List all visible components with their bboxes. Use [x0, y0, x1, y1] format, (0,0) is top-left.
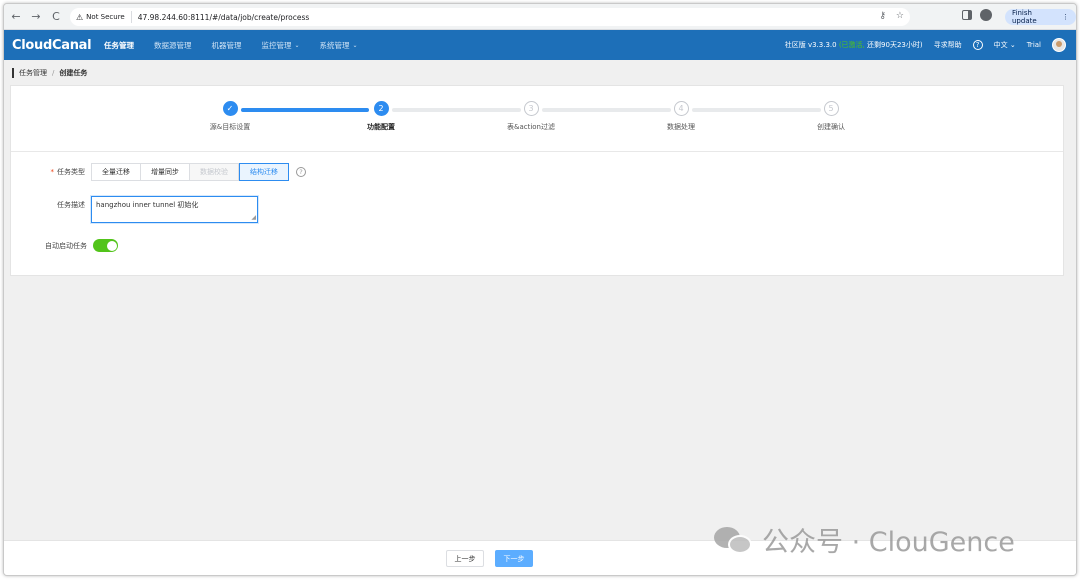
task-type-selector: 全量迁移 增量同步 数据校验 结构迁移 — [91, 163, 289, 181]
user-name[interactable]: Trial — [1027, 41, 1041, 49]
step-number: 5 — [823, 101, 839, 116]
task-description-row: 任务描述 hangzhou inner tunnel 初始化 ◢ — [11, 196, 258, 223]
reload-icon[interactable]: C — [48, 9, 64, 25]
nav-label: 任务管理 — [104, 40, 134, 50]
warning-icon: ⚠ — [76, 12, 84, 22]
step-label: 源&目标设置 — [209, 123, 251, 131]
step-label: 数据处理 — [667, 123, 695, 131]
schema-migration-option[interactable]: 结构迁移 — [239, 163, 289, 181]
edition-label: 社区版 v3.3.3.0 — [784, 41, 837, 49]
auto-start-toggle[interactable] — [93, 239, 118, 252]
incremental-sync-option[interactable]: 增量同步 — [141, 164, 190, 180]
step-number: 3 — [523, 101, 539, 116]
data-verification-option: 数据校验 — [190, 164, 239, 180]
auto-start-row: 自动启动任务 — [11, 239, 118, 252]
task-description-label: 任务描述 — [57, 201, 85, 209]
remaining-time: 还剩90天23小时) — [867, 41, 923, 49]
auto-start-label: 自动启动任务 — [45, 241, 87, 250]
back-icon[interactable]: ← — [8, 9, 24, 25]
browser-window: ← → C ⚠ Not Secure 47.98.244.60:8111/#/d… — [3, 3, 1077, 576]
full-migration-option[interactable]: 全量迁移 — [92, 164, 141, 180]
bookmark-star-icon[interactable]: ☆ — [896, 11, 904, 21]
nav-label: 机器管理 — [211, 40, 242, 50]
task-type-row: * 任务类型 全量迁移 增量同步 数据校验 结构迁移 ? — [11, 163, 306, 181]
breadcrumb-parent[interactable]: 任务管理 — [19, 68, 47, 78]
url-text[interactable]: 47.98.244.60:8111/#/data/job/create/proc… — [138, 13, 310, 22]
language-label: 中文 — [993, 41, 1008, 49]
prev-step-button[interactable]: 上一步 — [446, 550, 484, 567]
chevron-down-icon: ⌄ — [1009, 41, 1016, 49]
security-label: Not Secure — [86, 13, 125, 21]
edition-info: 社区版 v3.3.3.0 (已激活, 还剩90天23小时) — [785, 40, 923, 50]
step-data-processing: 4 数据处理 — [641, 101, 721, 132]
step-label: 表&action过滤 — [506, 123, 555, 131]
nav-datasource-management[interactable]: 数据源管理 — [154, 40, 192, 51]
finish-update-button[interactable]: Finish update ⋮ — [1005, 9, 1076, 25]
wechat-logo-icon — [714, 525, 754, 555]
task-description-input[interactable]: hangzhou inner tunnel 初始化 ◢ — [91, 196, 258, 223]
step-function-config: 2 功能配置 — [341, 101, 421, 132]
task-description-value: hangzhou inner tunnel 初始化 — [96, 201, 199, 209]
create-task-card: ✓ 源&目标设置 2 功能配置 3 表&action过滤 4 数据处理 5 创建… — [10, 85, 1064, 276]
chevron-down-icon: ⌄ — [294, 41, 300, 49]
breadcrumb-separator: / — [52, 69, 55, 77]
nav-label: 系统管理 — [319, 40, 350, 50]
step-label: 创建确认 — [817, 123, 845, 131]
step-source-target: ✓ 源&目标设置 — [190, 101, 270, 132]
cloudcanal-logo[interactable]: CloudCanal — [12, 38, 104, 53]
step-label: 功能配置 — [367, 123, 395, 131]
next-step-button[interactable]: 下一步 — [495, 550, 533, 567]
step-table-action-filter: 3 表&action过滤 — [491, 101, 571, 132]
wechat-watermark: 公众号 · ClouGence — [714, 520, 1015, 559]
nav-task-management[interactable]: 任务管理 — [104, 40, 134, 51]
task-type-label: * 任务类型 — [50, 168, 86, 176]
activated-status: (已激活, — [838, 41, 865, 49]
step-create-confirm: 5 创建确认 — [791, 101, 871, 132]
step-number: 2 — [373, 101, 389, 116]
more-menu-icon: ⋮ — [1062, 13, 1069, 21]
required-mark: * — [50, 168, 55, 176]
language-select[interactable]: 中文 ⌄ — [994, 40, 1016, 50]
forward-icon[interactable]: → — [28, 9, 44, 25]
nav-label: 数据源管理 — [154, 40, 192, 50]
breadcrumb-current: 创建任务 — [59, 69, 88, 77]
address-bar[interactable]: ⚠ Not Secure 47.98.244.60:8111/#/data/jo… — [70, 8, 910, 26]
breadcrumb-bar — [12, 68, 14, 78]
finish-update-label: Finish update — [1012, 9, 1037, 25]
nav-label: 监控管理 — [261, 40, 292, 50]
nav-monitor-management[interactable]: 监控管理 ⌄ — [262, 40, 300, 51]
nav-system-management[interactable]: 系统管理 ⌄ — [320, 40, 358, 51]
avatar[interactable] — [1052, 38, 1066, 52]
app-header: CloudCanal 任务管理 数据源管理 机器管理 监控管理 ⌄ 系统管理 ⌄… — [4, 30, 1076, 60]
check-icon: ✓ — [222, 101, 238, 116]
chevron-down-icon: ⌄ — [352, 41, 358, 49]
resize-handle-icon[interactable]: ◢ — [251, 214, 256, 221]
password-key-icon[interactable]: ⚷ — [879, 11, 886, 21]
steps: ✓ 源&目标设置 2 功能配置 3 表&action过滤 4 数据处理 5 创建… — [11, 86, 1063, 152]
profile-icon[interactable] — [980, 9, 992, 21]
side-panel-icon[interactable] — [962, 10, 972, 20]
nav-machine-management[interactable]: 机器管理 — [212, 40, 242, 51]
help-link[interactable]: 寻求帮助 — [934, 40, 962, 50]
step-number: 4 — [673, 101, 689, 116]
watermark-text: 公众号 · ClouGence — [762, 527, 1015, 558]
breadcrumb: 任务管理 / 创建任务 — [12, 66, 87, 80]
browser-toolbar: ← → C ⚠ Not Secure 47.98.244.60:8111/#/d… — [4, 4, 1076, 30]
question-circle-icon[interactable]: ? — [296, 167, 306, 177]
security-badge[interactable]: ⚠ Not Secure — [76, 11, 132, 23]
question-circle-icon[interactable]: ? — [972, 40, 983, 50]
